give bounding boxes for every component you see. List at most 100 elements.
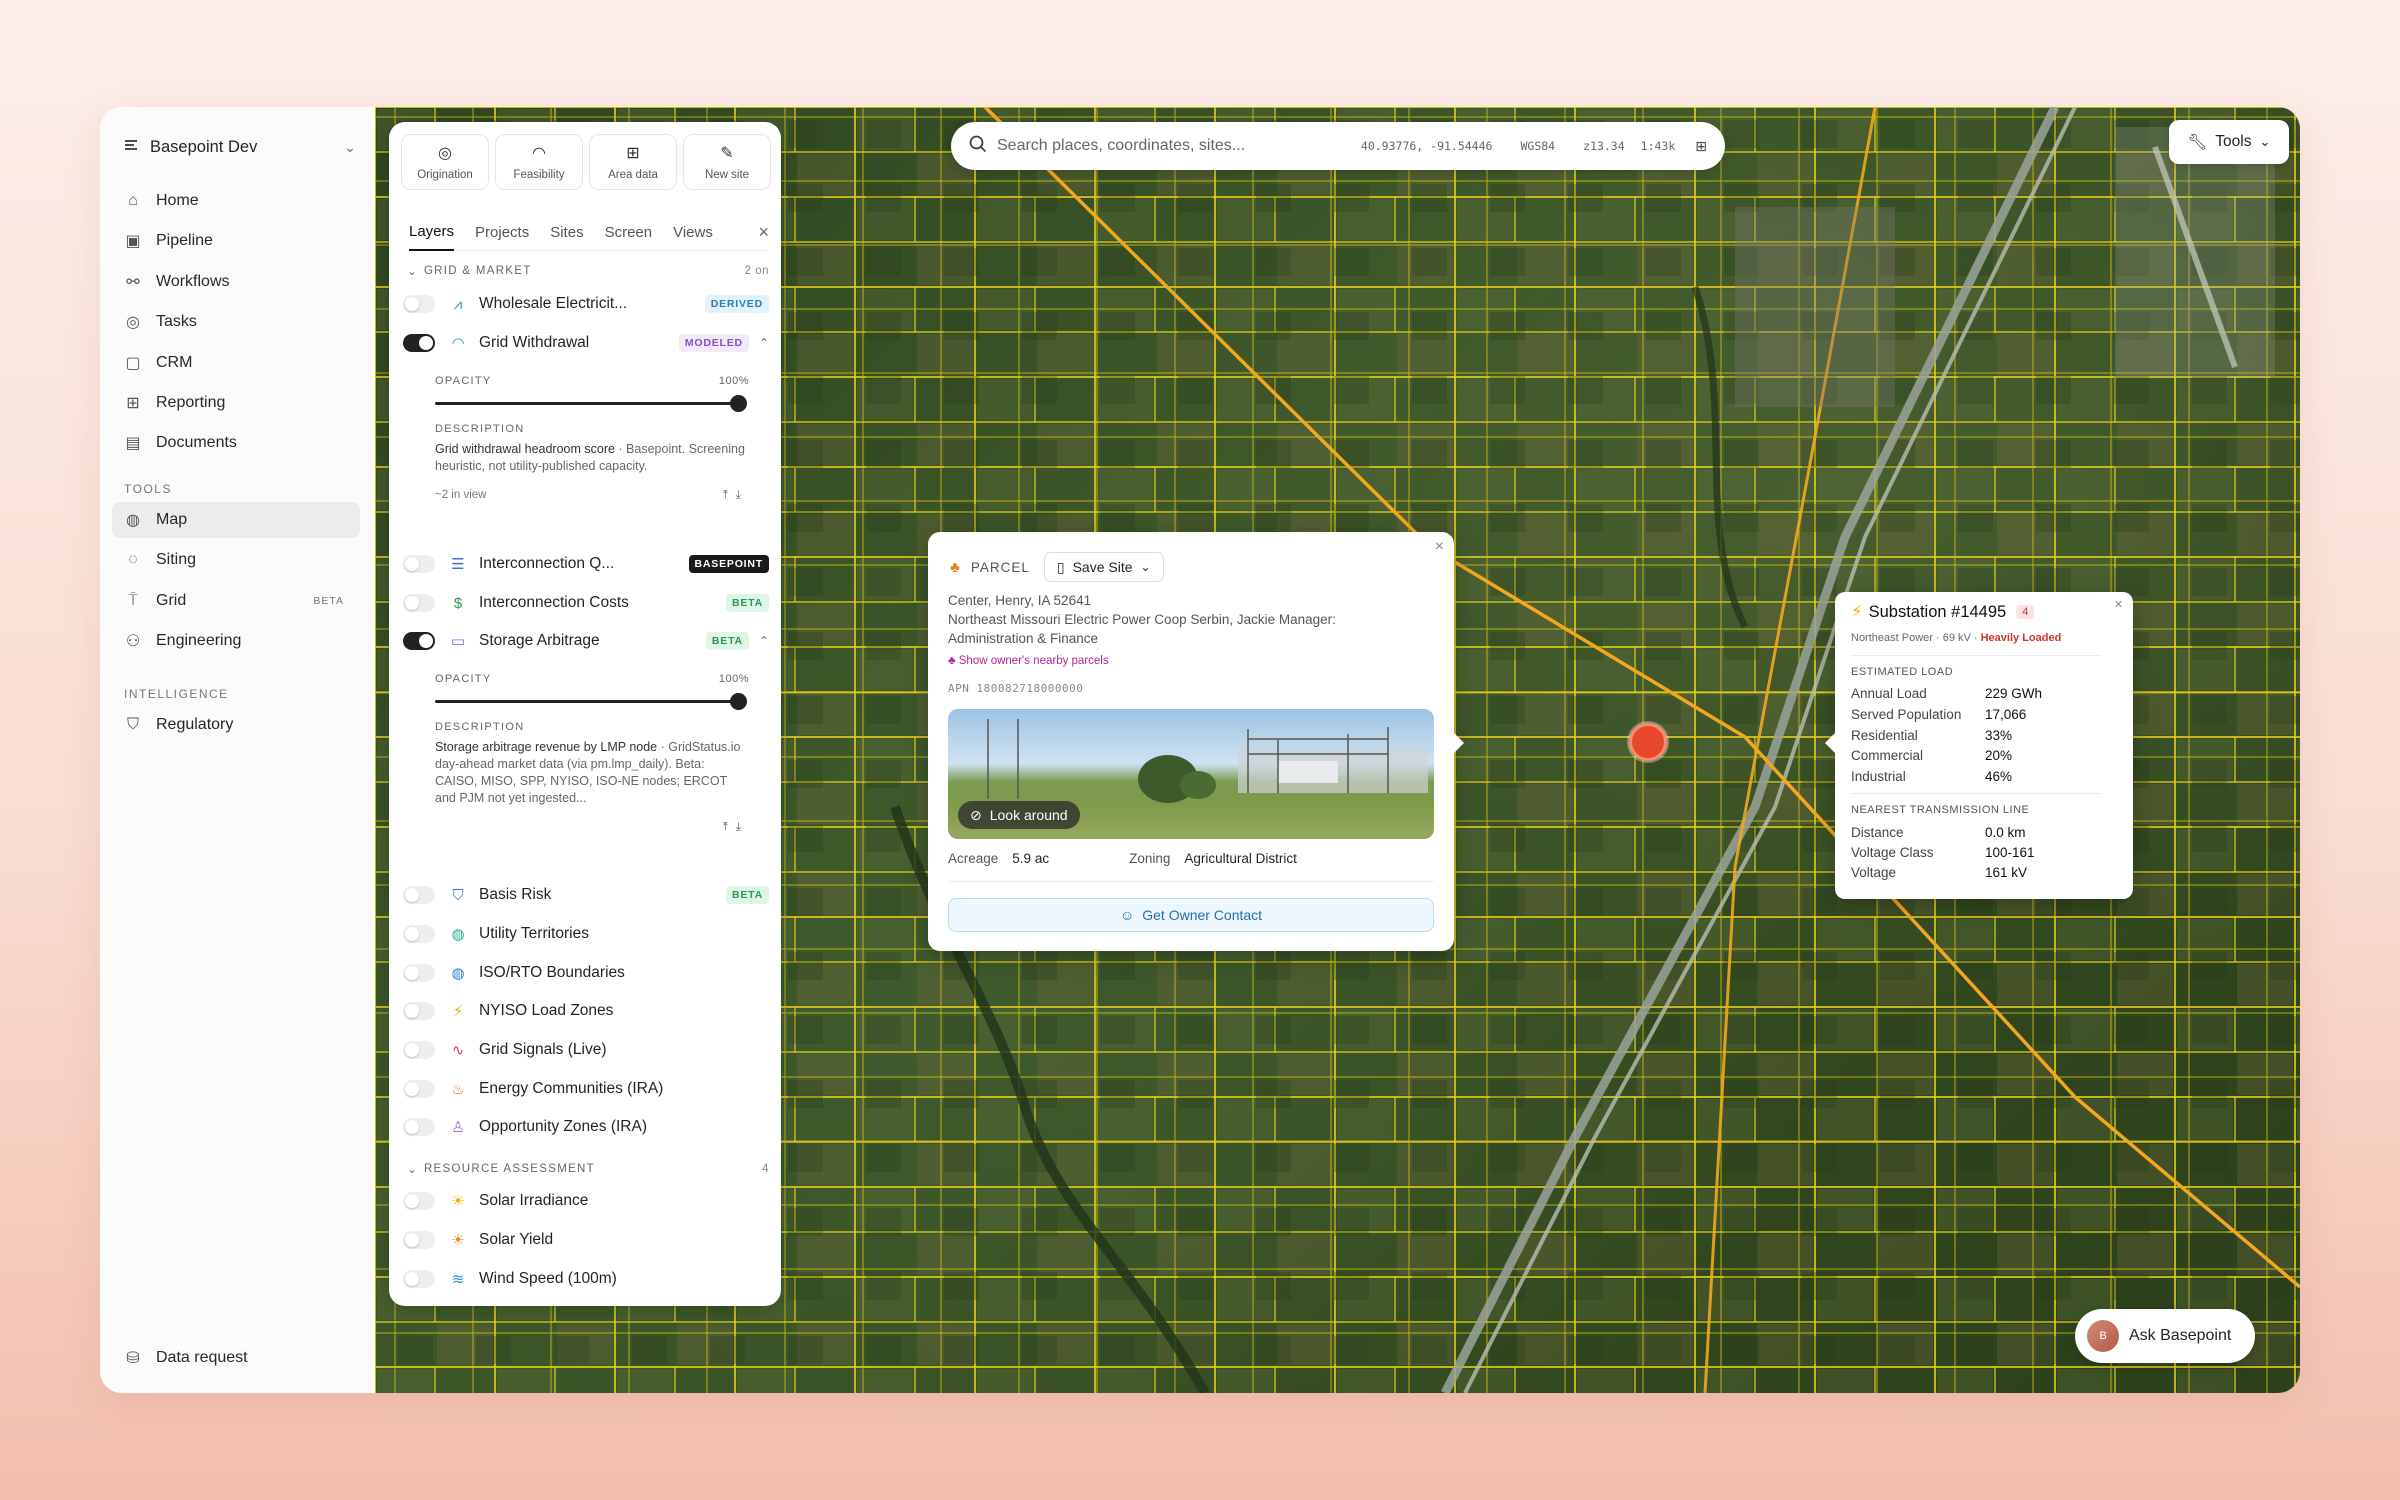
close-icon[interactable]: × [1435,538,1444,556]
layer-row[interactable]: ⩘ Wholesale Electricit... DERIVED [403,288,769,320]
slider-track [435,700,739,703]
save-site-button[interactable]: ▯ Save Site ⌄ [1043,552,1164,582]
close-icon[interactable]: × [2114,596,2123,613]
street-view-photo[interactable]: ⊘ Look around [948,709,1434,839]
layer-toggle[interactable] [403,886,435,904]
layer-toggle[interactable] [403,555,435,573]
layer-row[interactable]: ◠ Grid Withdrawal MODELED ⌃ [403,327,769,359]
section-resource-assessment[interactable]: ⌄ RESOURCE ASSESSMENT 4 [407,1162,769,1176]
grid-toggle-icon[interactable]: ⊞ [1695,138,1707,155]
origination-button[interactable]: ◎ Origination [401,134,489,190]
nav-label: Pipeline [156,232,213,250]
detail-footer: ~2 in view ⤒⤓ [435,489,749,502]
tab-views[interactable]: Views [673,215,713,251]
sun-icon: ☀ [451,1193,465,1210]
nav-item-workflows[interactable]: ⚯ Workflows [112,264,360,300]
layer-row[interactable]: ≋ Wind Speed (100m) [403,1263,769,1295]
load-row: Commercial 20% [1851,748,2111,763]
layer-toggle[interactable] [403,334,435,352]
tab-sites[interactable]: Sites [550,215,583,251]
search-input[interactable]: Search places, coordinates, sites... [997,137,1333,155]
layer-row[interactable]: ▭ Storage Arbitrage BETA ⌃ [403,625,769,657]
move-actions[interactable]: ⤒⤓ [723,489,749,502]
globe-icon: ◍ [451,965,465,982]
move-actions[interactable]: ⤒⤓ [723,821,749,834]
description-text: Grid withdrawal headroom score [435,442,615,456]
chevron-down-icon: ⌄ [344,138,356,155]
layer-toggle[interactable] [403,1041,435,1059]
layer-toggle[interactable] [403,1002,435,1020]
layer-toggle[interactable] [403,1080,435,1098]
search-bar[interactable]: Search places, coordinates, sites... 40.… [951,122,1725,170]
layer-toggle[interactable] [403,295,435,313]
look-around-button[interactable]: ⊘ Look around [958,801,1080,829]
layer-row[interactable]: $ Interconnection Costs BETA [403,587,769,619]
get-owner-contact-button[interactable]: ☺︎ Get Owner Contact [948,898,1434,932]
nav-item-siting[interactable]: ◌ Siting [112,542,360,578]
workspace-switcher[interactable]: Basepoint Dev ⌄ [124,129,356,165]
layer-row[interactable]: ♙ Opportunity Zones (IRA) [403,1111,769,1143]
slider-knob[interactable] [730,395,747,412]
layer-row[interactable]: ☰ Interconnection Q... BASEPOINT [403,548,769,580]
nav-item-map[interactable]: ◍ Map [112,502,360,538]
close-icon[interactable]: × [758,222,769,243]
nav-item-pipeline[interactable]: ▣ Pipeline [112,223,360,259]
layer-row[interactable]: ∿ Grid Signals (Live) [403,1034,769,1066]
gauge-icon: ◠ [532,145,546,162]
nav-item-grid[interactable]: ⍑ Grid BETA [112,583,360,619]
nav-item-regulatory[interactable]: ⛉ Regulatory [112,707,360,743]
nav-item-home[interactable]: ⌂ Home [112,183,360,219]
pencil-icon: ✎ [720,145,734,162]
slider-knob[interactable] [730,693,747,710]
chevron-down-icon: ⌄ [407,266,418,278]
layer-row[interactable]: ♨ Energy Communities (IRA) [403,1073,769,1105]
nav-item-documents[interactable]: ▤ Documents [112,425,360,461]
tab-projects[interactable]: Projects [475,215,529,251]
transmission-line-header: NEAREST TRANSMISSION LINE [1851,804,2030,816]
chevron-up-icon[interactable]: ⌃ [759,336,769,350]
substation-marker[interactable] [1629,723,1667,761]
layer-row[interactable]: ◍ ISO/RTO Boundaries [403,957,769,989]
feasibility-button[interactable]: ◠ Feasibility [495,134,583,190]
panel-tabs: Layers Projects Sites Screen Views × [409,215,769,251]
tool-label: New site [704,169,750,181]
layer-row[interactable]: ☀ Solar Irradiance [403,1185,769,1217]
layer-toggle[interactable] [403,1192,435,1210]
nav-item-tasks[interactable]: ◎ Tasks [112,304,360,340]
new-site-button[interactable]: ✎ New site [683,134,771,190]
app-window: Basepoint Dev ⌄ ⌂ Home ▣ Pipeline ⚯ Workflo… [100,107,2300,1393]
layer-toggle[interactable] [403,632,435,650]
nav-item-reporting[interactable]: ⊞ Reporting [112,385,360,421]
layer-toggle[interactable] [403,1270,435,1288]
zoom-readout: z13.34 [1583,139,1625,153]
nav-item-crm[interactable]: ▢ CRM [112,345,360,381]
tab-layers[interactable]: Layers [409,215,455,251]
layer-toggle[interactable] [403,1231,435,1249]
layer-row[interactable]: ⛉ Basis Risk BETA [403,879,769,911]
datum-readout: WGS84 [1520,139,1556,153]
tab-screen[interactable]: Screen [605,215,653,251]
layer-row[interactable]: ☀ Solar Yield [403,1224,769,1256]
nav-item-engineering[interactable]: ⚇ Engineering [112,623,360,659]
opacity-slider[interactable] [435,393,749,413]
layer-row[interactable]: ⚡ NYISO Load Zones [403,995,769,1027]
description-label: DESCRIPTION [435,423,525,435]
layer-name: Storage Arbitrage [479,632,600,649]
load-row: Industrial 46% [1851,769,2111,784]
layer-name: Grid Withdrawal [479,334,590,351]
ask-basepoint-button[interactable]: B Ask Basepoint [2075,1309,2255,1363]
layer-toggle[interactable] [403,1118,435,1136]
layer-row[interactable]: ◍ Utility Territories [403,918,769,950]
layer-toggle[interactable] [403,594,435,612]
area-data-button[interactable]: ⊞ Area data [589,134,677,190]
section-grid-market[interactable]: ⌄ GRID & MARKET 2 on [407,264,769,278]
layer-toggle[interactable] [403,964,435,982]
layer-toggle[interactable] [403,925,435,943]
parcel-type: PARCEL [970,559,1030,575]
tools-button[interactable]: 🔧︎ Tools ⌄ [2169,120,2289,164]
nearby-parcels-link[interactable]: ♣ Show owner's nearby parcels [948,655,1109,667]
nav-item-data-request[interactable]: ⛁ Data request [112,1340,360,1376]
chevron-up-icon[interactable]: ⌃ [759,634,769,648]
substation-count-badge: 4 [2016,605,2035,619]
opacity-slider[interactable] [435,691,749,711]
